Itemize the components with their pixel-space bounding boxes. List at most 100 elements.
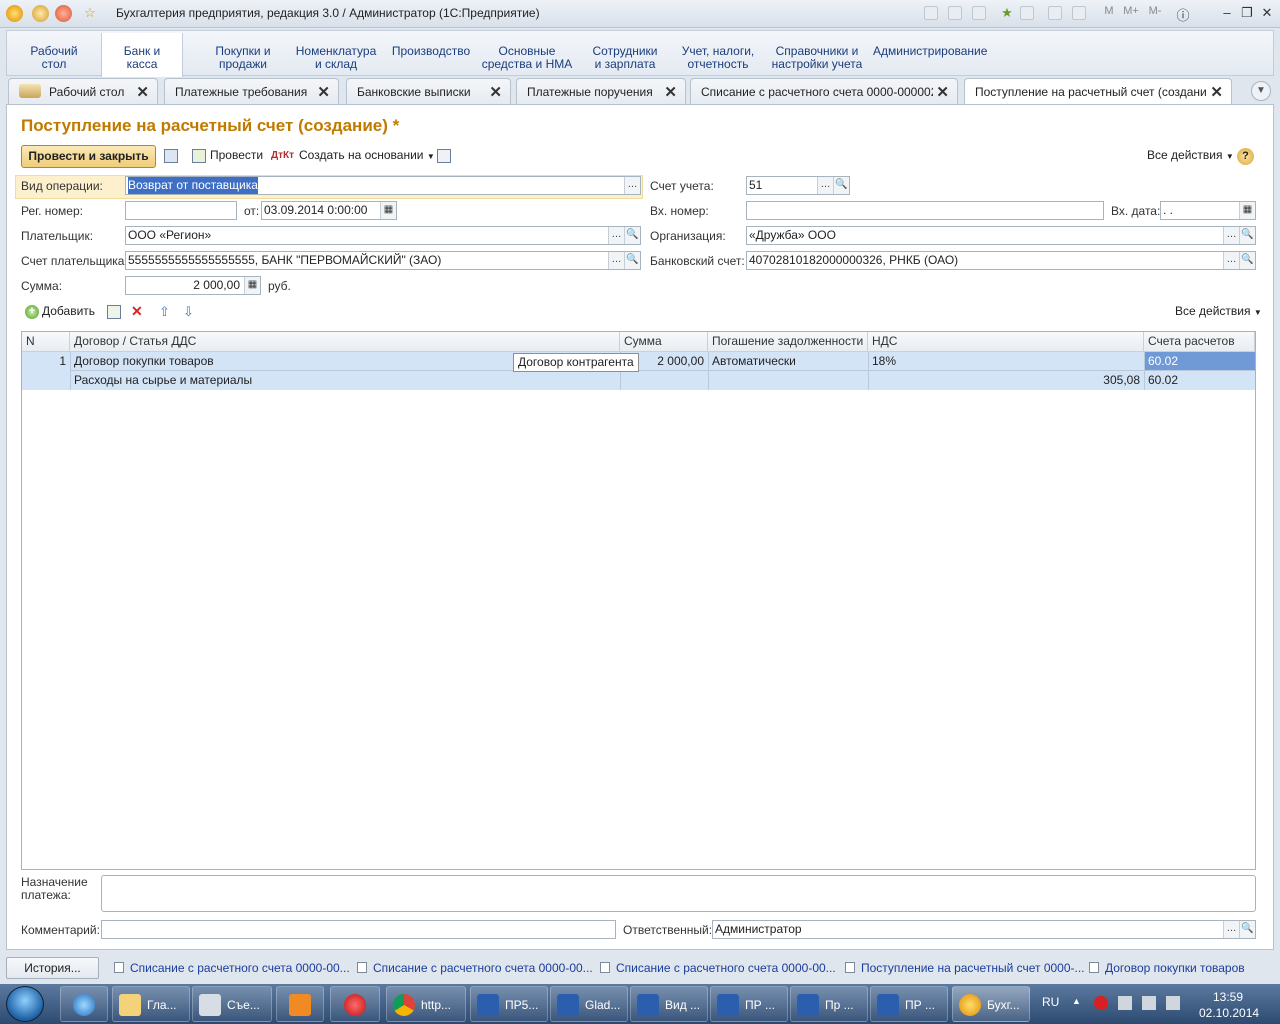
move-up-icon[interactable]: ⇧ (159, 302, 170, 323)
section-bank[interactable]: Банк и касса (101, 33, 183, 77)
comment-field[interactable] (101, 920, 616, 939)
dt-kt-icon[interactable]: ДтКт (271, 146, 294, 167)
contract-cell[interactable]: Договор покупки товаров (74, 352, 214, 371)
column-header-n[interactable]: N (22, 332, 70, 352)
taskbar-media[interactable] (276, 986, 324, 1022)
sum-field[interactable]: 2 000,00 ▦ (125, 276, 261, 295)
taskbar-word-1[interactable]: ПР5... (470, 986, 548, 1022)
main-menu-icon[interactable] (32, 5, 49, 22)
report-icon[interactable] (437, 149, 451, 163)
tab-payment-orders[interactable]: Платежные поручения ✕ (516, 78, 686, 104)
account2-cell[interactable]: 60.02 (1148, 371, 1178, 390)
history-item[interactable]: Договор покупки товаров (1105, 961, 1245, 975)
history-icon[interactable] (1020, 6, 1034, 20)
all-actions-button[interactable]: Все действия ▼ (1147, 146, 1234, 167)
responsible-field[interactable]: Администратор … 🔍 (712, 920, 1256, 939)
delete-row-icon[interactable]: ✕ (131, 302, 143, 323)
account-field[interactable]: 51 … 🔍 (746, 176, 850, 195)
close-icon[interactable]: ✕ (489, 83, 502, 101)
close-icon[interactable]: ✕ (936, 83, 949, 101)
memory-m-button[interactable]: M (1100, 5, 1118, 17)
print-icon[interactable] (948, 6, 962, 20)
column-header-contract[interactable]: Договор / Статья ДДС (70, 332, 620, 352)
taskbar-opera[interactable] (330, 986, 380, 1022)
payment-breakdown-table[interactable]: N Договор / Статья ДДС Сумма Погашение з… (21, 331, 1256, 870)
flag-icon[interactable] (1118, 996, 1132, 1010)
date-field[interactable]: 03.09.2014 0:00:00 ▦ (261, 201, 397, 220)
post-button[interactable]: Провести (210, 146, 263, 167)
star-favorite-icon[interactable]: ★ (998, 5, 1016, 21)
section-nomenclature[interactable]: Номенклатура и склад (293, 45, 379, 71)
section-purchases[interactable]: Покупки и продажи (201, 45, 285, 71)
preview-icon[interactable] (972, 6, 986, 20)
calculator-icon[interactable]: ▦ (244, 277, 260, 294)
calendar-icon[interactable]: ▦ (380, 202, 396, 219)
section-employees[interactable]: Сотрудники и зарплата (587, 45, 663, 71)
save-icon[interactable] (164, 149, 178, 163)
tab-receipt-create[interactable]: Поступление на расчетный счет (создание)… (964, 78, 1232, 105)
history-item[interactable]: Поступление на расчетный счет 0000-... (861, 961, 1085, 975)
create-based-on-button[interactable]: Создать на основании ▼ (299, 146, 435, 167)
tab-bank-statements[interactable]: Банковские выписки ✕ (346, 78, 511, 104)
reg-number-field[interactable] (125, 201, 237, 220)
column-header-sum[interactable]: Сумма (620, 332, 708, 352)
move-down-icon[interactable]: ⇩ (183, 302, 194, 323)
payment-purpose-field[interactable] (101, 875, 1256, 912)
select-button[interactable]: … (608, 227, 624, 244)
search-icon[interactable]: 🔍 (1239, 921, 1255, 938)
clock-date[interactable]: 02.10.2014 (1199, 1006, 1259, 1020)
stop-icon[interactable] (55, 5, 72, 22)
select-button[interactable]: … (1223, 227, 1239, 244)
search-icon[interactable]: 🔍 (624, 252, 640, 269)
calendar-icon[interactable] (1072, 6, 1086, 20)
section-administration[interactable]: Администрирование (873, 45, 987, 58)
repayment-cell[interactable]: Автоматически (712, 352, 796, 371)
minimize-button[interactable]: – (1218, 5, 1236, 20)
payer-field[interactable]: ООО «Регион» … 🔍 (125, 226, 641, 245)
calendar-icon[interactable]: ▦ (1239, 202, 1255, 219)
column-header-repayment[interactable]: Погашение задолженности (708, 332, 868, 352)
column-header-accounts[interactable]: Счета расчетов (1144, 332, 1255, 352)
taskbar-chrome[interactable]: http... (386, 986, 466, 1022)
memory-mminus-button[interactable]: M- (1146, 5, 1164, 17)
post-and-close-button[interactable]: Провести и закрыть (21, 145, 156, 168)
taskbar-1c[interactable]: Бухг... (952, 986, 1030, 1022)
close-icon[interactable]: ✕ (1210, 83, 1223, 101)
tab-payment-requests[interactable]: Платежные требования ✕ (164, 78, 339, 104)
vat-sum-cell[interactable]: 305,08 (868, 371, 1140, 390)
antivirus-icon[interactable] (1094, 996, 1108, 1010)
taskbar-word-4[interactable]: ПР ... (710, 986, 788, 1022)
table-all-actions-button[interactable]: Все действия ▼ (1175, 302, 1262, 323)
incoming-date-field[interactable]: . . ▦ (1160, 201, 1256, 220)
start-button[interactable] (6, 986, 44, 1022)
select-button[interactable]: … (1223, 921, 1239, 938)
clock-time[interactable]: 13:59 (1213, 990, 1243, 1004)
section-desktop[interactable]: Рабочий стол (21, 45, 87, 71)
search-icon[interactable]: 🔍 (833, 177, 849, 194)
select-button[interactable]: … (624, 177, 640, 194)
tabs-menu-chevron-icon[interactable]: ▼ (1251, 81, 1271, 101)
section-fixed-assets[interactable]: Основные средства и НМА (481, 45, 573, 71)
taskbar-word-6[interactable]: ПР ... (870, 986, 948, 1022)
language-indicator[interactable]: RU (1042, 995, 1059, 1009)
info-icon[interactable]: ⓘ (1174, 5, 1192, 24)
account1-cell[interactable]: 60.02 (1148, 352, 1178, 371)
section-accounting[interactable]: Учет, налоги, отчетность (677, 45, 759, 71)
volume-icon[interactable] (1166, 996, 1180, 1010)
incoming-number-field[interactable] (746, 201, 1104, 220)
operation-type-field[interactable]: Возврат от поставщика … (125, 176, 641, 195)
taskbar-word-3[interactable]: Вид ... (630, 986, 708, 1022)
help-icon[interactable]: ? (1237, 148, 1254, 165)
organization-field[interactable]: «Дружба» ООО … 🔍 (746, 226, 1256, 245)
taskbar-scanner[interactable]: Съе... (192, 986, 272, 1022)
tab-write-off[interactable]: Списание с расчетного счета 0000-000002 … (690, 78, 958, 104)
select-button[interactable]: … (817, 177, 833, 194)
column-header-vat[interactable]: НДС (868, 332, 1144, 352)
close-window-button[interactable]: ✕ (1258, 5, 1276, 21)
close-icon[interactable]: ✕ (136, 83, 149, 101)
payer-account-field[interactable]: 5555555555555555555, БАНК "ПЕРВОМАЙСКИЙ"… (125, 251, 641, 270)
vat-rate-cell[interactable]: 18% (872, 352, 896, 371)
app-1c-icon[interactable] (6, 5, 23, 22)
memory-mplus-button[interactable]: M+ (1122, 5, 1140, 17)
restore-button[interactable]: ❐ (1238, 5, 1256, 21)
